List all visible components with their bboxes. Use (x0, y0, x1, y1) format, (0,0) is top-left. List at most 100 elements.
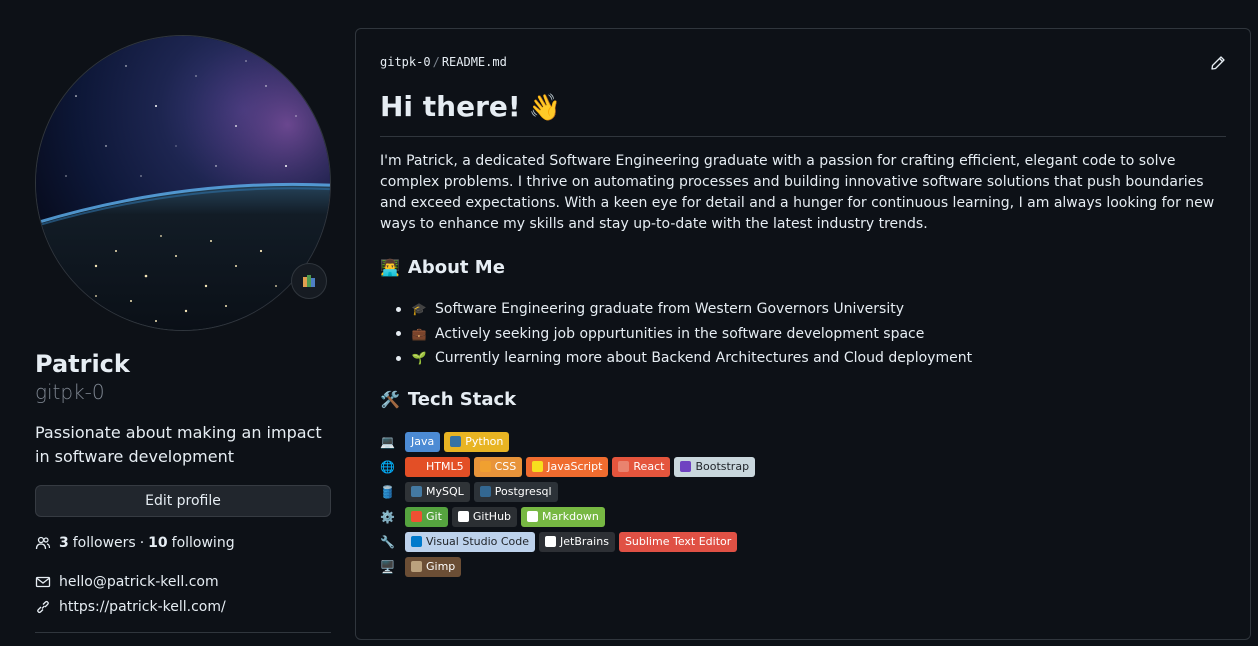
badge-label: Visual Studio Code (426, 535, 530, 548)
javascript-logo-icon (532, 461, 544, 472)
badge-label: Postgresql (494, 485, 552, 498)
technologist-icon: 👨‍💻 (380, 258, 400, 277)
followers-count: 3 (59, 535, 69, 551)
badge-html5[interactable]: HTML5 (405, 456, 470, 477)
list-item-text: Software Engineering graduate from Weste… (435, 301, 905, 317)
badge-react[interactable]: React (612, 456, 671, 477)
badge-label: GitHub (472, 510, 512, 523)
list-item-text: Currently learning more about Backend Ar… (435, 350, 973, 366)
stack-row: ⚙️ Git GitHub Markdown (380, 504, 759, 529)
badge-label: Markdown (542, 510, 599, 523)
badge-gimp[interactable]: Gimp (405, 556, 462, 577)
breadcrumb-file: README.md (441, 55, 507, 69)
badge-git[interactable]: Git (405, 506, 448, 527)
edit-profile-button[interactable]: Edit profile (35, 485, 331, 517)
follow-stats: 3 followers · 10 following (35, 533, 331, 553)
followers-link[interactable]: 3 followers (59, 535, 136, 551)
pencil-icon[interactable] (1210, 55, 1226, 71)
badge-visual-studio-code[interactable]: Visual Studio Code (405, 531, 536, 552)
following-link[interactable]: 10 following (148, 535, 234, 551)
badge-label: JavaScript (547, 460, 603, 473)
gimp-logo-icon (411, 561, 422, 572)
profile-username: gitpk-0 (35, 380, 105, 404)
profile-bio: Passionate about making an impact in sof… (35, 423, 322, 466)
react-logo-icon (618, 461, 630, 472)
laptop-icon: 💻 (380, 434, 395, 449)
badge-label: Java (411, 435, 435, 448)
stack-row: 🌐 HTML5 CSS JavaScript React Bootstrap (380, 454, 759, 479)
python-logo-icon (450, 436, 462, 447)
markdown-logo-icon (527, 511, 539, 522)
badge-label: CSS (494, 460, 517, 473)
breadcrumb-separator: / (432, 55, 440, 69)
graduation-cap-icon: 🎓 (411, 302, 427, 316)
badge-label: Bootstrap (695, 460, 750, 473)
badge-mysql[interactable]: MySQL (405, 481, 470, 502)
followers-label: followers (72, 535, 136, 551)
badge-sublime-text-editor[interactable]: Sublime Text Editor (618, 531, 738, 552)
github-logo-icon (457, 511, 469, 522)
status-badge[interactable] (291, 263, 327, 299)
people-icon (35, 536, 51, 550)
sidebar-divider (35, 632, 331, 633)
email-link[interactable]: hello@patrick-kell.com (59, 574, 219, 590)
badge-postgresql[interactable]: Postgresql (473, 481, 558, 502)
stack-heading-text: Tech Stack (407, 389, 517, 410)
avatar[interactable] (35, 35, 331, 331)
follow-separator: · (139, 535, 145, 551)
breadcrumb-repo[interactable]: gitpk-0 (380, 55, 431, 69)
wrench-icon: 🔧 (380, 534, 395, 549)
website-row: https://patrick-kell.com/ (35, 594, 331, 619)
briefcase-icon: 💼 (411, 326, 427, 341)
mysql-logo-icon (411, 486, 422, 497)
badge-label: Python (465, 435, 504, 448)
tools-icon: 🛠️ (380, 390, 400, 409)
bootstrap-logo-icon (680, 461, 692, 472)
badge-label: HTML5 (426, 460, 464, 473)
readme-heading: Hi there! 👋 (380, 87, 1226, 137)
jetbrains-logo-icon (545, 536, 557, 547)
visual-studio-code-logo-icon (411, 536, 422, 547)
following-label: following (171, 535, 235, 551)
stack-row: 💻 Java Python (380, 429, 759, 454)
badge-python[interactable]: Python (444, 431, 510, 452)
following-count: 10 (148, 535, 168, 551)
badge-label: Gimp (426, 560, 456, 573)
badge-github[interactable]: GitHub (451, 506, 518, 527)
git-logo-icon (411, 511, 422, 522)
books-icon (303, 275, 315, 287)
website-link[interactable]: https://patrick-kell.com/ (59, 599, 226, 615)
stack-row: 🛢️ MySQL Postgresql (380, 479, 759, 504)
profile-fullname: Patrick (35, 350, 130, 378)
css-logo-icon (479, 461, 491, 472)
badge-javascript[interactable]: JavaScript (526, 456, 609, 477)
globe-icon: 🌐 (380, 459, 395, 474)
postgresql-logo-icon (479, 486, 491, 497)
badge-label: Sublime Text Editor (624, 535, 732, 548)
gear-icon: ⚙️ (380, 509, 395, 524)
about-heading: 👨‍💻 About Me (380, 257, 505, 278)
link-icon (37, 600, 49, 613)
list-item: 💼 Actively seeking job oppurtunities in t… (380, 322, 1226, 347)
badge-css[interactable]: CSS (473, 456, 523, 477)
tech-stack: 💻 Java Python 🌐 HTML5 CSS JavaScript React Boots… (380, 429, 759, 579)
html5-logo-icon (411, 461, 422, 472)
stack-heading: 🛠️ Tech Stack (380, 389, 516, 410)
about-heading-text: About Me (407, 257, 505, 278)
mail-icon (35, 576, 51, 587)
badge-markdown[interactable]: Markdown (521, 506, 605, 527)
badge-label: MySQL (426, 485, 464, 498)
badge-bootstrap[interactable]: Bootstrap (674, 456, 756, 477)
readme-heading-text: Hi there! (380, 90, 521, 123)
profile-links: hello@patrick-kell.com https://patrick-k… (35, 569, 331, 619)
list-item-text: Actively seeking job oppurtunities in th… (435, 325, 925, 342)
database-icon: 🛢️ (380, 484, 395, 499)
readme-card: gitpk-0/README.md Hi there! 👋 I'm Patrick… (355, 28, 1251, 640)
badge-jetbrains[interactable]: JetBrains (539, 531, 615, 552)
email-row: hello@patrick-kell.com (35, 569, 331, 594)
seedling-icon: 🌱 (411, 351, 427, 365)
about-list: 🎓 Software Engineering graduate from West… (380, 297, 1226, 371)
badge-java[interactable]: Java (405, 431, 441, 452)
list-item: 🌱 Currently learning more about Backend A… (380, 346, 1226, 371)
desktop-icon: 🖥️ (380, 559, 395, 574)
